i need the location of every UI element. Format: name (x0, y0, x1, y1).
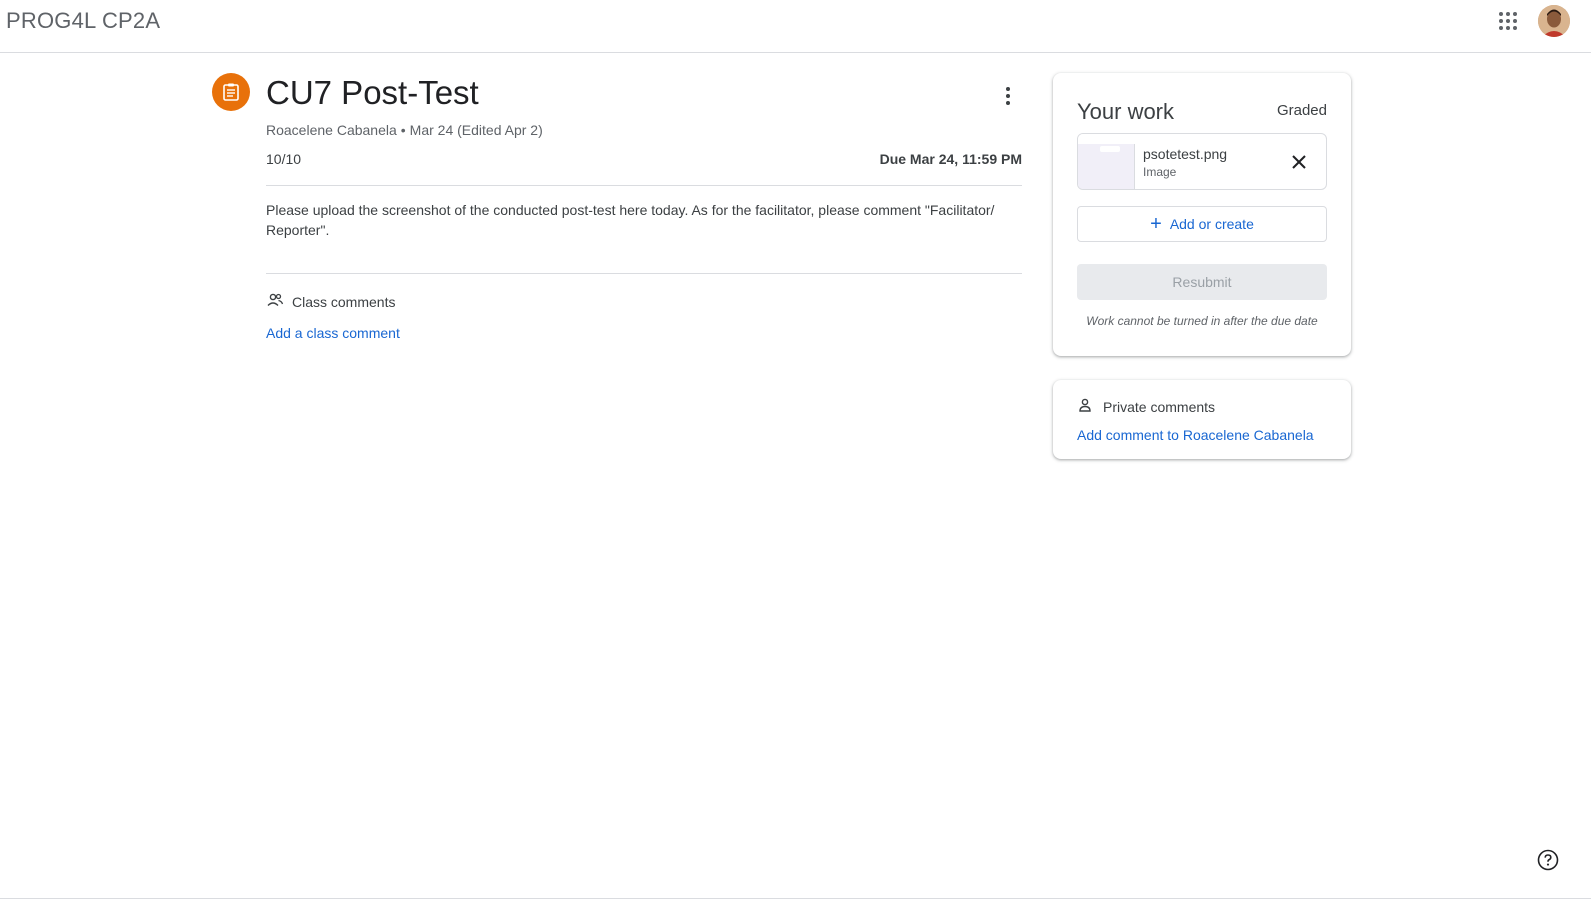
attachment-type: Image (1143, 165, 1177, 179)
plus-icon: + (1150, 213, 1162, 235)
attachment-item[interactable]: psotetest.png Image (1077, 133, 1327, 190)
posted-date: Mar 24 (Edited Apr 2) (409, 122, 543, 138)
your-work-card: Your work Graded psotetest.png Image + A… (1053, 73, 1351, 356)
attachment-name: psotetest.png (1143, 146, 1228, 162)
divider (266, 185, 1022, 186)
person-icon (1077, 397, 1093, 416)
divider (0, 898, 1591, 899)
private-comments-label: Private comments (1103, 398, 1216, 415)
attachment-thumbnail (1078, 134, 1135, 189)
private-comments-card: Private comments Add comment to Roacelen… (1053, 380, 1351, 459)
assignment-icon (212, 73, 250, 111)
assignment-description: Please upload the screenshot of the cond… (266, 202, 995, 238)
add-class-comment-link[interactable]: Add a class comment (266, 325, 400, 341)
help-icon[interactable] (1537, 849, 1559, 871)
private-comments-header: Private comments (1077, 397, 1215, 416)
due-date: Due Mar 24, 11:59 PM (879, 151, 1022, 167)
status-badge: Graded (1276, 102, 1327, 119)
resubmit-button[interactable]: Resubmit (1077, 264, 1327, 300)
assignment-title: CU7 Post-Test (266, 74, 479, 111)
more-options-icon[interactable] (996, 84, 1020, 108)
add-private-comment-link[interactable]: Add comment to Roacelene Cabanela (1077, 427, 1314, 443)
top-bar: PROG4L CP2A (0, 0, 1591, 53)
author-name: Roacelene Cabanela (266, 122, 397, 138)
class-comments-label: Class comments (292, 293, 396, 310)
assignment-meta: Roacelene Cabanela • Mar 24 (Edited Apr 2) (266, 122, 543, 138)
avatar[interactable] (1538, 5, 1570, 37)
your-work-title: Your work (1077, 99, 1175, 124)
google-apps-icon[interactable] (1497, 10, 1519, 32)
add-or-create-label: Add or create (1169, 216, 1254, 232)
people-icon (266, 291, 284, 312)
class-name[interactable]: PROG4L CP2A (6, 8, 160, 34)
meta-separator: • (400, 122, 406, 138)
due-date-note: Work cannot be turned in after the due d… (1086, 314, 1318, 328)
points-value: 10/10 (266, 151, 302, 167)
class-comments-header: Class comments (266, 291, 395, 312)
close-icon[interactable] (1288, 151, 1310, 173)
divider (266, 273, 1022, 274)
add-or-create-button[interactable]: + Add or create (1077, 206, 1327, 242)
